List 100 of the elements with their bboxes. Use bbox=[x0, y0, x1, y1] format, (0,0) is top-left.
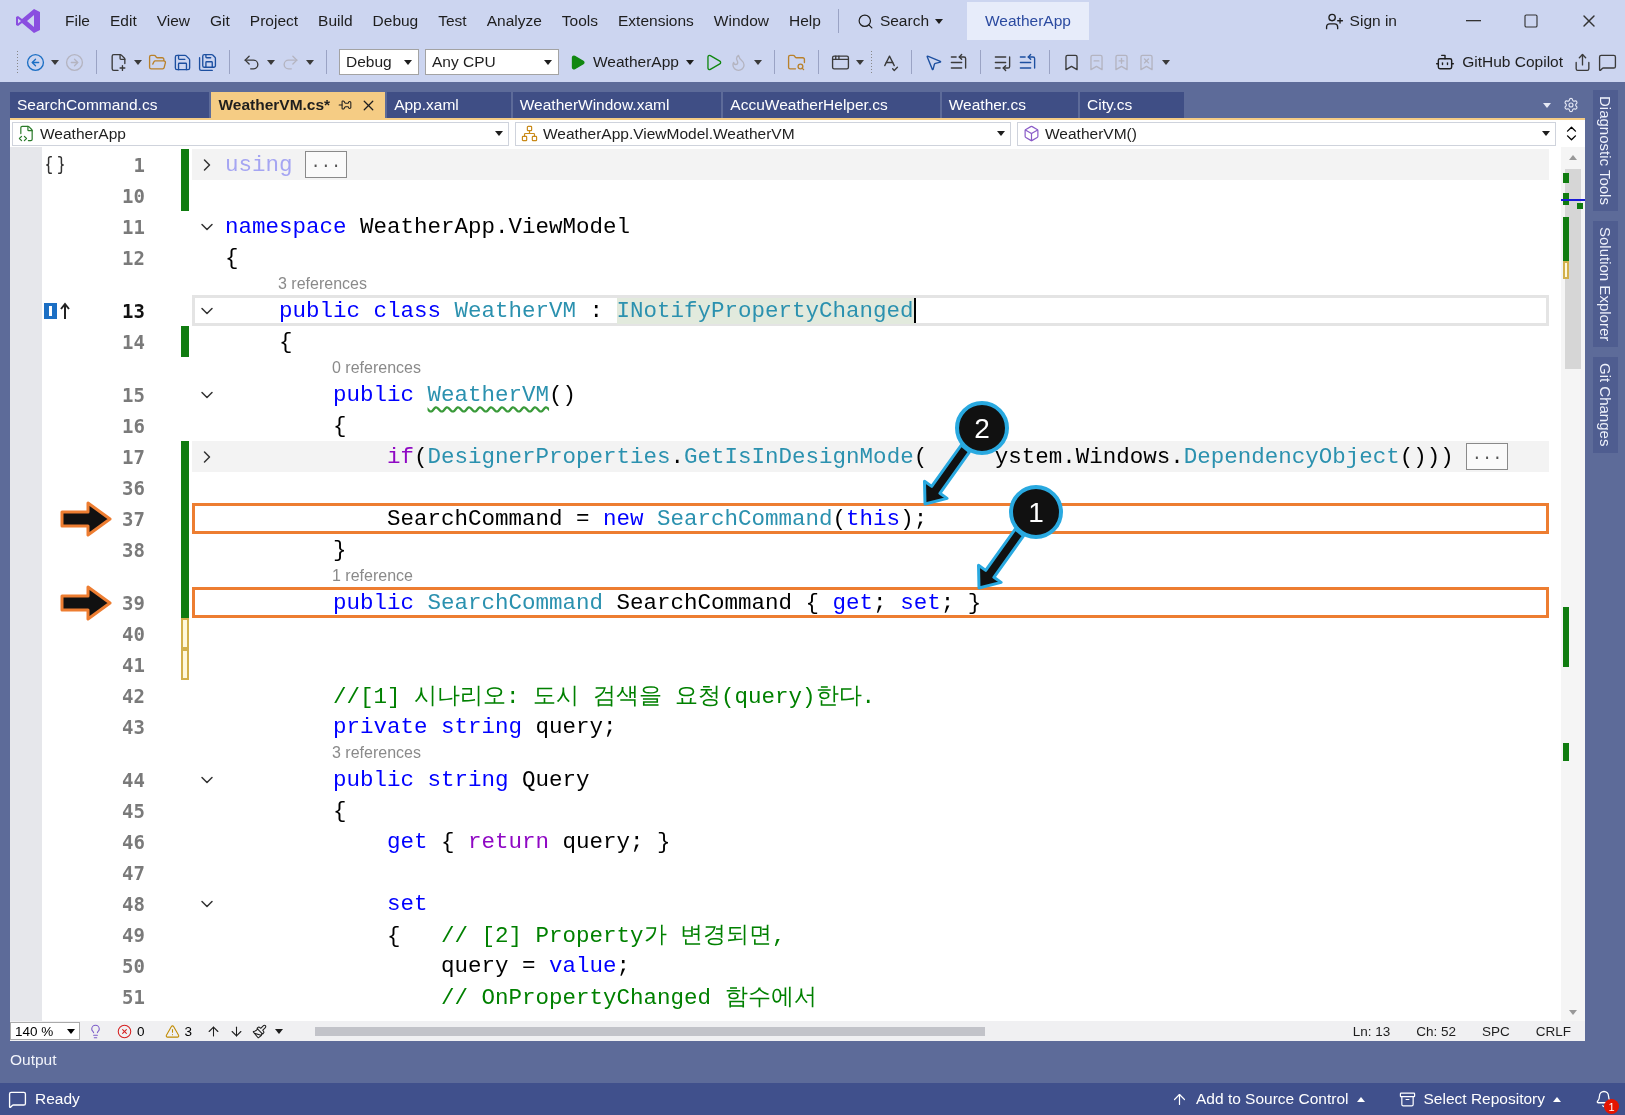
line-number: 38 bbox=[121, 538, 145, 561]
back-icon[interactable] bbox=[26, 52, 45, 72]
menu-item[interactable]: Build bbox=[309, 8, 362, 34]
line-number: 37 bbox=[121, 507, 145, 530]
caret-icon[interactable] bbox=[1161, 59, 1170, 65]
reference-count-link[interactable]: 3 references bbox=[332, 744, 421, 762]
file-tab[interactable]: City.cs bbox=[1080, 92, 1185, 118]
archive-icon bbox=[1398, 1090, 1416, 1108]
zoom-dropdown[interactable]: 140 % bbox=[10, 1022, 80, 1040]
line-indicator: Ln: 13 bbox=[1352, 1023, 1391, 1039]
side-tab[interactable]: Git Changes bbox=[1592, 357, 1618, 453]
window-icon[interactable] bbox=[830, 52, 850, 72]
line-number: 13 bbox=[121, 299, 145, 322]
menu-item[interactable]: Debug bbox=[363, 8, 428, 34]
caret-icon[interactable] bbox=[267, 59, 275, 65]
line-number: 17 bbox=[121, 445, 145, 468]
output-tab[interactable]: Output bbox=[10, 1051, 57, 1069]
caret-icon[interactable] bbox=[753, 59, 762, 65]
collapsed-code-button[interactable]: ... bbox=[304, 151, 348, 178]
caret-icon[interactable] bbox=[275, 1028, 284, 1034]
code-line: public string Query bbox=[333, 766, 590, 793]
share-icon[interactable] bbox=[1573, 52, 1592, 72]
menu-item[interactable]: Tools bbox=[552, 8, 608, 34]
new-file-icon[interactable] bbox=[109, 52, 128, 72]
robot-icon bbox=[1435, 52, 1456, 72]
menu-item[interactable]: Git bbox=[201, 8, 239, 34]
braces-icon[interactable] bbox=[44, 153, 66, 176]
implementation-icon[interactable] bbox=[44, 301, 72, 320]
start-button[interactable]: WeatherApp bbox=[565, 51, 698, 73]
caret-icon[interactable] bbox=[855, 59, 864, 65]
line-number: 1 bbox=[132, 153, 145, 176]
sign-in-button[interactable]: Sign in bbox=[1318, 10, 1403, 32]
code-line: get { return query; } bbox=[387, 828, 671, 855]
save-all-icon[interactable] bbox=[198, 52, 217, 72]
reference-count-link[interactable]: 0 references bbox=[332, 359, 421, 377]
reference-count-link[interactable]: 3 references bbox=[278, 275, 367, 293]
menu-item[interactable]: Window bbox=[704, 8, 778, 34]
menu-item[interactable]: Extensions bbox=[609, 8, 703, 34]
line-number: 15 bbox=[121, 383, 145, 406]
caret-icon[interactable] bbox=[306, 59, 314, 65]
caret-icon[interactable] bbox=[51, 59, 59, 65]
arrow-down-icon[interactable] bbox=[229, 1023, 245, 1039]
caret-icon[interactable] bbox=[134, 59, 142, 65]
menu-item[interactable]: Help bbox=[780, 8, 830, 34]
number-badge: 1 bbox=[1009, 485, 1064, 539]
file-tab[interactable]: Weather.cs bbox=[941, 92, 1078, 118]
pin-icon[interactable] bbox=[338, 98, 353, 112]
file-tab[interactable]: WeatherWindow.xaml bbox=[512, 92, 722, 118]
code-line: public WeatherVM() bbox=[333, 381, 577, 408]
type-dropdown[interactable]: WeatherApp.ViewModel.WeatherVM bbox=[515, 121, 1011, 146]
maximize-icon bbox=[1523, 13, 1539, 29]
menu-item[interactable]: Edit bbox=[101, 8, 146, 34]
file-tab[interactable]: App.xaml bbox=[387, 92, 511, 118]
file-tab[interactable]: WeatherVM.cs* bbox=[211, 92, 386, 118]
error-count[interactable]: 0 bbox=[111, 1023, 151, 1039]
collapsed-code-button[interactable]: ... bbox=[1465, 443, 1509, 470]
member-dropdown[interactable]: WeatherVM() bbox=[1017, 121, 1556, 146]
menu-item[interactable]: File bbox=[56, 8, 99, 34]
play-icon bbox=[569, 53, 586, 71]
menu-item[interactable]: Analyze bbox=[477, 8, 551, 34]
configuration-dropdown[interactable]: Debug bbox=[339, 49, 419, 75]
pointer-arrow bbox=[923, 443, 972, 506]
code-line: { bbox=[333, 412, 347, 439]
file-tab[interactable]: AccuWeatherHelper.cs bbox=[723, 92, 940, 118]
line-number: 39 bbox=[121, 591, 145, 614]
message-icon bbox=[8, 1089, 27, 1109]
vertical-scrollbar[interactable] bbox=[1561, 147, 1585, 1021]
save-icon[interactable] bbox=[173, 52, 192, 72]
line-number: 43 bbox=[121, 715, 145, 738]
copilot-button[interactable]: GitHub Copilot bbox=[1431, 50, 1567, 74]
lightbulb-icon[interactable] bbox=[88, 1023, 103, 1039]
side-tab[interactable]: Solution Explorer bbox=[1592, 220, 1618, 348]
feedback-icon[interactable] bbox=[1598, 52, 1617, 72]
class-icon bbox=[521, 125, 538, 142]
line-ending-indicator[interactable]: CRLF bbox=[1535, 1023, 1571, 1039]
line-number: 51 bbox=[121, 985, 145, 1008]
brush-icon[interactable] bbox=[252, 1023, 268, 1039]
reference-count-link[interactable]: 1 reference bbox=[332, 567, 413, 585]
project-dropdown[interactable]: WeatherApp bbox=[12, 121, 509, 146]
line-number: 49 bbox=[121, 923, 145, 946]
line-number: 12 bbox=[121, 246, 145, 269]
menu-item[interactable]: Project bbox=[240, 8, 308, 34]
side-tab[interactable]: Diagnostic Tools bbox=[1592, 90, 1618, 211]
line-number: 42 bbox=[121, 684, 145, 707]
repository-button[interactable]: Select Repository bbox=[1392, 1089, 1567, 1109]
outdent-icon[interactable] bbox=[1017, 52, 1037, 72]
line-number: 40 bbox=[121, 622, 145, 645]
menu-item[interactable]: Test bbox=[429, 8, 476, 34]
platform-dropdown[interactable]: Any CPU bbox=[425, 49, 559, 75]
settings-icon[interactable] bbox=[1563, 97, 1579, 113]
list-icon[interactable] bbox=[948, 52, 968, 72]
source-control-button[interactable]: Add to Source Control bbox=[1165, 1089, 1371, 1109]
menu-item[interactable]: View bbox=[147, 8, 200, 34]
search-button[interactable]: Search bbox=[846, 8, 953, 34]
code-line: query = value; bbox=[441, 952, 631, 979]
code-line: public class WeatherVM : INotifyPropertyChanged bbox=[279, 297, 914, 324]
file-tab[interactable]: SearchCommand.cs bbox=[10, 92, 210, 118]
indent-indicator[interactable]: SPC bbox=[1481, 1023, 1510, 1039]
warning-count[interactable]: 3 bbox=[158, 1023, 199, 1039]
status-message: Ready bbox=[35, 1090, 80, 1108]
